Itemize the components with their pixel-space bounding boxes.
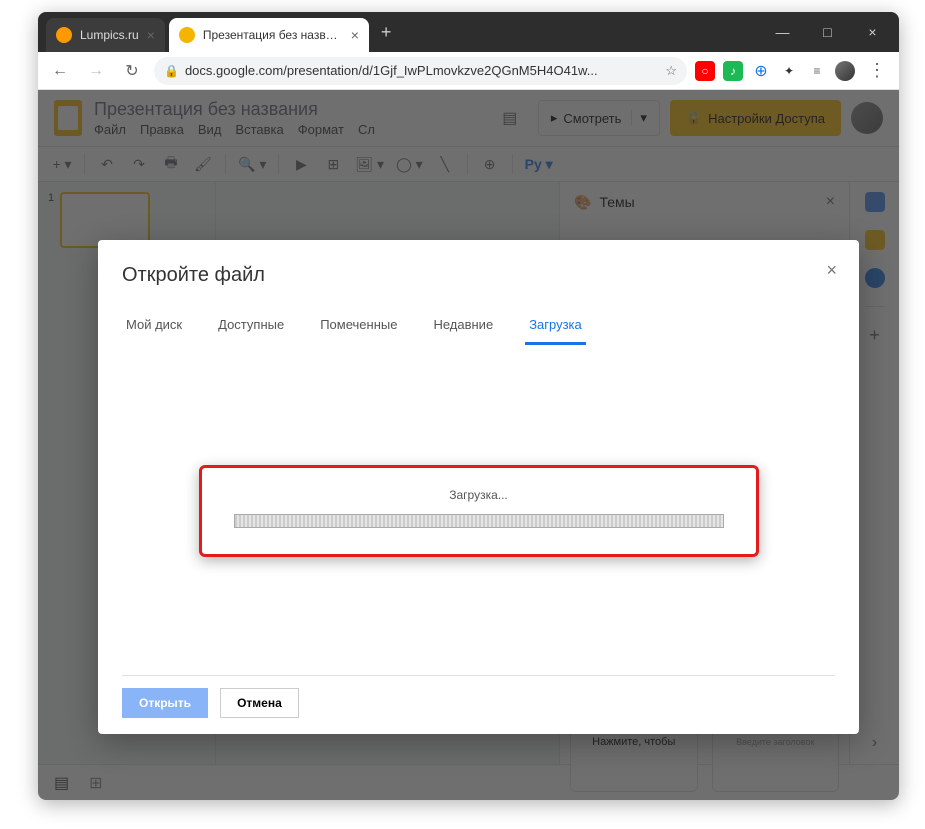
open-file-modal: Откройте файл × Мой диск Доступные Помеч… — [98, 240, 859, 734]
modal-footer: Открыть Отмена — [122, 675, 835, 718]
tab-title: Презентация без названия - Go — [203, 28, 343, 42]
profile-avatar[interactable] — [835, 61, 855, 81]
reading-list-icon[interactable]: ≡ — [807, 61, 827, 81]
extension-icon[interactable]: ⊕ — [751, 61, 771, 81]
window-controls: — □ × — [760, 12, 895, 52]
extension-icon[interactable]: ♪ — [723, 61, 743, 81]
url-text: docs.google.com/presentation/d/1Gjf_IwPL… — [185, 63, 659, 78]
browser-tab[interactable]: Lumpics.ru × — [46, 18, 165, 52]
titlebar: Lumpics.ru × Презентация без названия - … — [38, 12, 899, 52]
tab-starred[interactable]: Помеченные — [316, 307, 401, 345]
extensions-button[interactable]: ✦ — [779, 61, 799, 81]
app-area: Презентация без названия Файл Правка Вид… — [38, 90, 899, 800]
url-input[interactable]: 🔒 docs.google.com/presentation/d/1Gjf_Iw… — [154, 57, 687, 85]
browser-window: Lumpics.ru × Презентация без названия - … — [38, 12, 899, 800]
modal-body: Загрузка... — [122, 346, 835, 675]
back-button[interactable]: ← — [46, 57, 74, 85]
kebab-menu[interactable]: ⋮ — [863, 57, 891, 85]
progress-bar — [234, 514, 724, 528]
loading-text: Загрузка... — [234, 488, 724, 502]
close-icon[interactable]: × — [351, 27, 359, 43]
maximize-button[interactable]: □ — [805, 12, 850, 52]
open-button[interactable]: Открыть — [122, 688, 208, 718]
cancel-button[interactable]: Отмена — [220, 688, 299, 718]
close-icon[interactable]: × — [826, 260, 837, 281]
modal-title: Откройте файл — [122, 264, 835, 287]
extension-icon[interactable]: ○ — [695, 61, 715, 81]
tab-upload[interactable]: Загрузка — [525, 307, 586, 345]
address-bar: ← → ↻ 🔒 docs.google.com/presentation/d/1… — [38, 52, 899, 90]
close-button[interactable]: × — [850, 12, 895, 52]
favicon — [56, 27, 72, 43]
close-icon[interactable]: × — [147, 27, 155, 43]
reload-button[interactable]: ↻ — [118, 57, 146, 85]
minimize-button[interactable]: — — [760, 12, 805, 52]
lock-icon: 🔒 — [164, 64, 179, 78]
modal-tabs: Мой диск Доступные Помеченные Недавние З… — [122, 307, 835, 346]
tab-title: Lumpics.ru — [80, 28, 139, 42]
loading-box: Загрузка... — [199, 465, 759, 557]
browser-tab-active[interactable]: Презентация без названия - Go × — [169, 18, 369, 52]
forward-button[interactable]: → — [82, 57, 110, 85]
favicon — [179, 27, 195, 43]
tab-recent[interactable]: Недавние — [429, 307, 497, 345]
tab-shared[interactable]: Доступные — [214, 307, 288, 345]
bookmark-icon[interactable]: ☆ — [665, 63, 677, 79]
tab-my-drive[interactable]: Мой диск — [122, 307, 186, 345]
new-tab-button[interactable]: + — [369, 22, 404, 43]
